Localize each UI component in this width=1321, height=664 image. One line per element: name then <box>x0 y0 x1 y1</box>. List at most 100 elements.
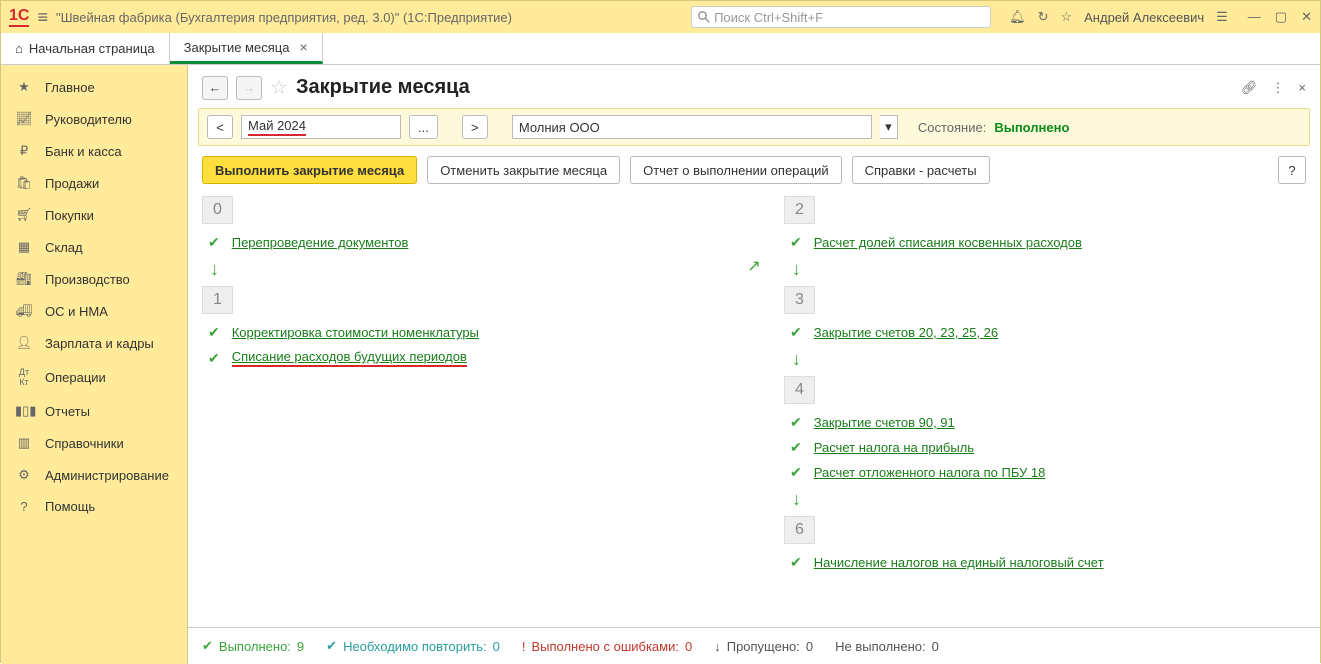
check-icon: ✔ <box>326 638 337 654</box>
close-button[interactable]: ✕ <box>1301 9 1312 25</box>
status-value: 0 <box>685 639 692 654</box>
sidebar-item-bank[interactable]: ₽Банк и касса <box>1 135 187 167</box>
user-name[interactable]: Андрей Алексеевич <box>1084 10 1204 25</box>
check-icon: ✔ <box>790 324 802 341</box>
sidebar-item-hr[interactable]: 👤︎Зарплата и кадры <box>1 327 187 359</box>
op-link[interactable]: Расчет долей списания косвенных расходов <box>814 235 1082 250</box>
stage-number: 4 <box>784 376 815 404</box>
tab-active[interactable]: Закрытие месяца × <box>170 33 323 64</box>
sidebar-item-reports[interactable]: ▮▯▮Отчеты <box>1 395 187 427</box>
sidebar-label: Производство <box>45 272 130 287</box>
op-link[interactable]: Начисление налогов на единый налоговый с… <box>814 555 1104 570</box>
sidebar-item-production[interactable]: 🏭︎Производство <box>1 263 187 295</box>
tab-active-label: Закрытие месяца <box>184 40 290 55</box>
arrow-down-icon: ↓ <box>792 349 1306 370</box>
maximize-button[interactable]: ▢ <box>1275 9 1287 25</box>
op-link[interactable]: Расчет налога на прибыль <box>814 440 974 455</box>
org-input[interactable]: Молния ООО <box>512 115 872 139</box>
tab-close-icon[interactable]: × <box>299 39 307 55</box>
stage-number: 1 <box>202 286 233 314</box>
sidebar-label: Склад <box>45 240 83 255</box>
period-next-button[interactable]: > <box>462 115 488 139</box>
op-row: ✔ Расчет долей списания косвенных расход… <box>784 230 1306 255</box>
sidebar-label: Справочники <box>45 436 124 451</box>
content-header: ← → ☆ Закрытие месяца 🔗︎ ⋮ × <box>188 65 1320 108</box>
sidebar-label: Покупки <box>45 208 94 223</box>
tabbar: ⌂ Начальная страница Закрытие месяца × <box>1 33 1320 65</box>
search-input[interactable]: Поиск Ctrl+Shift+F <box>691 6 991 28</box>
op-row: ✔ Закрытие счетов 20, 23, 25, 26 <box>784 320 1306 345</box>
op-link[interactable]: Корректировка стоимости номенклатуры <box>232 325 479 340</box>
question-icon: ? <box>15 499 33 514</box>
sidebar-item-assets[interactable]: 🚚︎ОС и НМА <box>1 295 187 327</box>
state-value: Выполнено <box>994 120 1069 135</box>
left-column: 0 ✔ Перепроведение документов ↓ 1 ✔ Корр… <box>202 194 724 627</box>
chart-icon: 📈︎ <box>15 111 33 127</box>
history-icon[interactable]: ↻ <box>1038 9 1049 25</box>
minimize-button[interactable]: — <box>1248 9 1261 25</box>
period-input[interactable]: Май 2024 <box>241 115 401 139</box>
op-link[interactable]: Закрытие счетов 90, 91 <box>814 415 955 430</box>
op-link[interactable]: Перепроведение документов <box>232 235 409 250</box>
sidebar-item-purchases[interactable]: 🛒︎Покупки <box>1 199 187 231</box>
stage-number: 0 <box>202 196 233 224</box>
window-controls: — ▢ ✕ <box>1248 9 1312 25</box>
nav-forward-button[interactable]: → <box>236 76 262 100</box>
star-icon[interactable]: ☆ <box>1060 9 1072 25</box>
sidebar-item-manager[interactable]: 📈︎Руководителю <box>1 103 187 135</box>
nav-back-button[interactable]: ← <box>202 76 228 100</box>
help-button[interactable]: ? <box>1278 156 1306 184</box>
title-actions: 🔔︎ ↻ ☆ Андрей Алексеевич ☰ <box>1009 9 1228 25</box>
status-errors: ! Выполнено с ошибками: 0 <box>522 639 692 654</box>
sidebar-label: Отчеты <box>45 404 90 419</box>
period-prev-button[interactable]: < <box>207 115 233 139</box>
op-row: ✔ Перепроведение документов <box>202 230 724 255</box>
report-button[interactable]: Отчет о выполнении операций <box>630 156 842 184</box>
refs-button[interactable]: Справки - расчеты <box>852 156 990 184</box>
book-icon: ▥ <box>15 435 33 451</box>
status-label: Необходимо повторить: <box>343 639 487 654</box>
star-icon: ★ <box>15 79 33 95</box>
menu-icon[interactable]: ≡ <box>37 7 48 28</box>
execute-button[interactable]: Выполнить закрытие месяца <box>202 156 417 184</box>
op-link[interactable]: Закрытие счетов 20, 23, 25, 26 <box>814 325 998 340</box>
sidebar-item-warehouse[interactable]: ▦Склад <box>1 231 187 263</box>
status-label: Выполнено с ошибками: <box>531 639 679 654</box>
more-icon[interactable]: ⋮ <box>1271 80 1284 96</box>
sidebar-item-catalogs[interactable]: ▥ Справочники <box>1 427 187 459</box>
arrow-diag-icon: ↗ <box>747 256 760 276</box>
sidebar-item-sales[interactable]: 🛍︎Продажи <box>1 167 187 199</box>
op-row: ✔ Расчет налога на прибыль <box>784 435 1306 460</box>
cancel-button[interactable]: Отменить закрытие месяца <box>427 156 620 184</box>
tab-home-label: Начальная страница <box>29 41 155 56</box>
sidebar-item-main[interactable]: ★Главное <box>1 71 187 103</box>
status-value: 0 <box>932 639 939 654</box>
error-icon: ! <box>522 639 526 654</box>
search-icon <box>698 11 710 23</box>
link-icon[interactable]: 🔗︎ <box>1241 80 1258 96</box>
close-icon[interactable]: × <box>1298 80 1306 96</box>
op-link[interactable]: Расчет отложенного налога по ПБУ 18 <box>814 465 1046 480</box>
stage-number: 2 <box>784 196 815 224</box>
op-link[interactable]: Списание расходов будущих периодов <box>232 349 467 367</box>
sidebar-item-operations[interactable]: ДтКтОперации <box>1 359 187 395</box>
sidebar-item-admin[interactable]: ⚙Администрирование <box>1 459 187 491</box>
sidebar-item-help[interactable]: ? Помощь <box>1 491 187 522</box>
stage-number: 6 <box>784 516 815 544</box>
check-icon: ✔ <box>790 414 802 431</box>
sidebar-label: Помощь <box>45 499 95 514</box>
state-label: Состояние: <box>918 120 986 135</box>
settings-icon[interactable]: ☰ <box>1216 9 1228 25</box>
org-dropdown-button[interactable]: ▾ <box>880 115 898 139</box>
favorite-icon[interactable]: ☆ <box>270 75 288 100</box>
bell-icon[interactable]: 🔔︎ <box>1009 9 1026 25</box>
sidebar-label: Продажи <box>45 176 99 191</box>
stage-number: 3 <box>784 286 815 314</box>
check-icon: ✔ <box>790 554 802 571</box>
tab-home[interactable]: ⌂ Начальная страница <box>1 33 170 64</box>
home-icon: ⌂ <box>15 41 23 56</box>
titlebar: 1C ≡ "Швейная фабрика (Бухгалтерия предп… <box>1 1 1320 33</box>
status-label: Не выполнено: <box>835 639 925 654</box>
check-icon: ✔ <box>208 234 220 251</box>
period-picker-button[interactable]: ... <box>409 115 438 139</box>
